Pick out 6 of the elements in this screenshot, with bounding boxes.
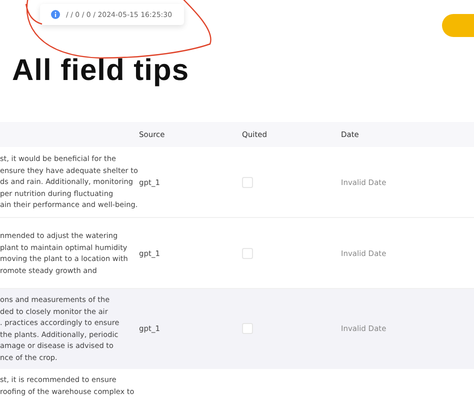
action-button[interactable] [442,14,474,37]
quited-checkbox[interactable] [242,323,253,334]
quited-checkbox[interactable] [242,248,253,258]
page-title: All field tips [11,54,190,88]
info-icon [51,10,60,19]
quited-checkbox[interactable] [242,176,253,188]
